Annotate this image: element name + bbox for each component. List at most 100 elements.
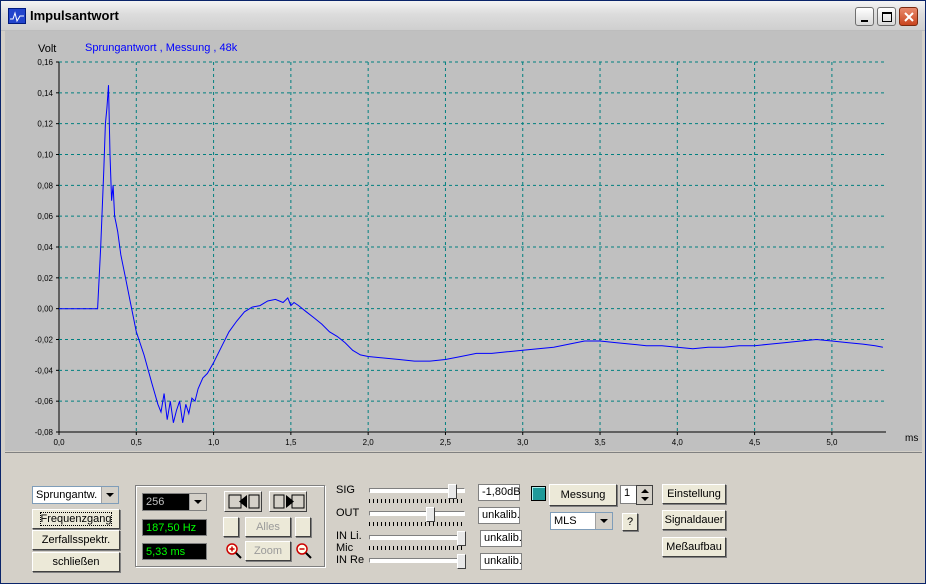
frequency-readout: 187,50 Hz bbox=[142, 519, 207, 536]
signal-type-select[interactable]: MLS bbox=[550, 512, 613, 530]
frequenzgang-label: Frequenzgang bbox=[39, 512, 113, 526]
zoom-out-icon[interactable] bbox=[295, 542, 313, 560]
y-tick-label: -0,04 bbox=[35, 366, 54, 375]
out-slider[interactable] bbox=[369, 507, 465, 527]
sig-label: SIG bbox=[336, 484, 355, 496]
alles-button[interactable]: Alles bbox=[245, 517, 291, 537]
view-select[interactable]: Sprungantw. bbox=[32, 486, 119, 504]
x-tick-label: 1,5 bbox=[285, 438, 297, 447]
out-value: unkalib. bbox=[478, 507, 520, 524]
cursor-right-button[interactable] bbox=[269, 491, 307, 512]
x-tick-label: 2,5 bbox=[440, 438, 452, 447]
frequenzgang-button[interactable]: Frequenzgang bbox=[32, 509, 120, 529]
messung-button[interactable]: Messung bbox=[549, 484, 617, 506]
step-right-button[interactable] bbox=[295, 517, 311, 537]
in-left-slider-track bbox=[369, 535, 465, 540]
help-button[interactable]: ? bbox=[622, 513, 638, 531]
in-right-slider-thumb[interactable] bbox=[457, 554, 466, 569]
in-right-value: unkalib. bbox=[480, 553, 522, 570]
in-right-slider-track bbox=[369, 558, 465, 563]
close-window-button[interactable] bbox=[899, 7, 918, 26]
zoom-in-icon[interactable] bbox=[225, 542, 243, 560]
y-tick-label: 0,02 bbox=[37, 274, 53, 283]
in-left-slider[interactable] bbox=[369, 531, 466, 551]
out-slider-track bbox=[369, 511, 465, 516]
y-tick-label: 0,12 bbox=[37, 120, 53, 129]
close-button[interactable]: schließen bbox=[32, 552, 120, 572]
einstellung-button[interactable]: Einstellung bbox=[662, 484, 726, 504]
y-tick-label: -0,02 bbox=[35, 336, 54, 345]
out-label: OUT bbox=[336, 507, 360, 519]
x-tick-label: 1,0 bbox=[208, 438, 220, 447]
signal-type-value: MLS bbox=[554, 515, 577, 527]
series-line bbox=[59, 85, 883, 423]
y-tick-label: 0,06 bbox=[37, 212, 53, 221]
y-tick-label: 0,10 bbox=[37, 151, 53, 160]
x-tick-label: 5,0 bbox=[826, 438, 838, 447]
cursor-left-button[interactable] bbox=[224, 491, 262, 512]
in-left-slider-thumb[interactable] bbox=[457, 531, 466, 546]
mic-label: Mic bbox=[336, 542, 354, 554]
app-icon bbox=[8, 8, 26, 24]
x-tick-label: 3,5 bbox=[594, 438, 606, 447]
cursor-left-icon bbox=[228, 494, 260, 509]
messaufbau-button[interactable]: Meßaufbau bbox=[662, 537, 726, 557]
y-tick-label: 0,16 bbox=[37, 58, 53, 67]
status-led-icon bbox=[531, 486, 546, 501]
out-slider-ticks bbox=[369, 522, 463, 526]
zoom-label: Zoom bbox=[253, 545, 283, 557]
sig-slider-thumb[interactable] bbox=[448, 484, 457, 499]
in-left-slider-ticks bbox=[369, 546, 463, 550]
main-window: Impulsantwort Volt Sprungantwort , Messu… bbox=[0, 0, 926, 584]
chevron-down-icon[interactable] bbox=[189, 494, 206, 510]
plot-area[interactable]: Volt Sprungantwort , Messung , 48k ms 0,… bbox=[5, 31, 922, 451]
minimize-button[interactable] bbox=[855, 7, 874, 26]
einstellung-label: Einstellung bbox=[667, 488, 721, 500]
x-tick-label: 3,0 bbox=[517, 438, 529, 447]
in-right-slider[interactable] bbox=[369, 554, 466, 574]
help-label: ? bbox=[626, 516, 634, 528]
y-tick-label: -0,08 bbox=[35, 428, 54, 437]
window-title: Impulsantwort bbox=[30, 8, 119, 23]
y-tick-label: -0,06 bbox=[35, 397, 54, 406]
messung-count[interactable]: 1 bbox=[620, 485, 637, 504]
step-left-button[interactable] bbox=[223, 517, 239, 537]
y-tick-label: 0,14 bbox=[37, 89, 53, 98]
messung-count-spinner[interactable] bbox=[636, 485, 653, 505]
sig-value: -1,80dB bbox=[478, 484, 521, 501]
cursor-right-icon bbox=[273, 494, 305, 509]
chevron-down-icon[interactable] bbox=[595, 513, 612, 529]
fft-size-value: 256 bbox=[146, 496, 165, 508]
maximize-button[interactable] bbox=[877, 7, 896, 26]
y-tick-label: 0,04 bbox=[37, 243, 53, 252]
control-panel: Sprungantw. Frequenzgang Zerfallsspektr.… bbox=[5, 452, 922, 580]
sig-slider[interactable] bbox=[369, 484, 465, 504]
alles-label: Alles bbox=[256, 521, 280, 533]
in-left-value: unkalib. bbox=[480, 530, 522, 547]
zerfallsspektrum-button[interactable]: Zerfallsspektr. bbox=[32, 530, 120, 550]
y-tick-label: 0,08 bbox=[37, 181, 53, 190]
y-tick-label: 0,00 bbox=[37, 305, 53, 314]
impulse-chart[interactable]: 0,16 0,14 0,12 0,10 0,08 0,06 0,04 0,02 0,00 -0,0… bbox=[5, 31, 922, 451]
view-select-value: Sprungantw. bbox=[36, 489, 98, 501]
x-tick-label: 0,5 bbox=[131, 438, 143, 447]
signaldauer-label: Signaldauer bbox=[664, 514, 724, 526]
zoom-button[interactable]: Zoom bbox=[245, 541, 291, 561]
messung-label: Messung bbox=[560, 489, 606, 501]
x-tick-label: 4,5 bbox=[749, 438, 761, 447]
zerfallsspektrum-label: Zerfallsspektr. bbox=[41, 534, 111, 546]
close-label: schließen bbox=[52, 556, 100, 568]
title-bar[interactable]: Impulsantwort bbox=[1, 1, 925, 31]
x-tick-label: 0,0 bbox=[53, 438, 65, 447]
in-left-label: IN Li. bbox=[336, 530, 362, 542]
in-right-label: IN Re bbox=[336, 554, 365, 566]
x-tick-label: 2,0 bbox=[363, 438, 375, 447]
messaufbau-label: Meßaufbau bbox=[666, 541, 722, 553]
signaldauer-button[interactable]: Signaldauer bbox=[662, 510, 726, 530]
time-readout: 5,33 ms bbox=[142, 543, 207, 560]
x-tick-label: 4,0 bbox=[672, 438, 684, 447]
out-slider-thumb[interactable] bbox=[426, 507, 435, 522]
fft-size-select[interactable]: 256 bbox=[142, 493, 207, 511]
sig-slider-ticks bbox=[369, 499, 463, 503]
chevron-down-icon[interactable] bbox=[101, 487, 118, 503]
